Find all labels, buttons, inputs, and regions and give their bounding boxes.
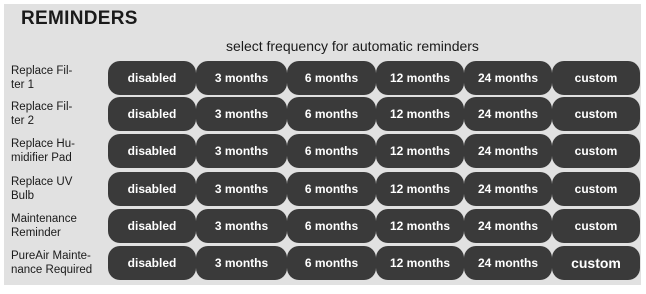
reminder-row-label-text: PureAir Mainte-nance Required bbox=[11, 249, 92, 277]
reminder-row: Replace Fil-ter 1 disabled 3 months 6 month… bbox=[4, 61, 641, 95]
label-line-1: PureAir Mainte- bbox=[11, 250, 91, 262]
option-12-months-button[interactable]: 12 months bbox=[376, 246, 464, 280]
option-6-months-button[interactable]: 6 months bbox=[287, 134, 376, 168]
option-6-months-button[interactable]: 6 months bbox=[287, 97, 376, 131]
label-line-2: ter 2 bbox=[11, 115, 35, 127]
option-disabled-button[interactable]: disabled bbox=[108, 97, 196, 131]
reminder-row: Replace Hu-midifier Pad disabled 3 months 6… bbox=[4, 134, 641, 168]
reminder-row-label: Maintenance Reminder bbox=[11, 209, 111, 243]
option-3-months-button[interactable]: 3 months bbox=[196, 134, 287, 168]
label-line-2: ter 1 bbox=[11, 79, 35, 91]
option-3-months-button[interactable]: 3 months bbox=[196, 61, 287, 95]
page-subtitle: select frequency for automatic reminders bbox=[226, 38, 479, 54]
reminder-row-label: PureAir Mainte-nance Required bbox=[11, 246, 111, 280]
reminders-panel: REMINDERS select frequency for automatic… bbox=[4, 4, 641, 285]
label-line-2: Bulb bbox=[11, 190, 35, 202]
reminder-row-label-text: Replace Fil-ter 1 bbox=[11, 64, 72, 92]
reminder-row-label-text: Replace Fil-ter 2 bbox=[11, 100, 72, 128]
option-12-months-button[interactable]: 12 months bbox=[376, 61, 464, 95]
label-line-1: Maintenance bbox=[11, 213, 77, 225]
option-custom-button[interactable]: custom bbox=[552, 134, 640, 168]
option-disabled-button[interactable]: disabled bbox=[108, 246, 196, 280]
option-3-months-button[interactable]: 3 months bbox=[196, 246, 287, 280]
reminder-row-label-text: Replace UV Bulb bbox=[11, 175, 72, 203]
option-6-months-button[interactable]: 6 months bbox=[287, 61, 376, 95]
option-12-months-button[interactable]: 12 months bbox=[376, 97, 464, 131]
reminder-row-label-text: Replace Hu-midifier Pad bbox=[11, 137, 75, 165]
option-custom-button[interactable]: custom bbox=[552, 246, 640, 280]
reminder-row-label: Replace Hu-midifier Pad bbox=[11, 134, 111, 168]
option-3-months-button[interactable]: 3 months bbox=[196, 97, 287, 131]
option-12-months-button[interactable]: 12 months bbox=[376, 172, 464, 206]
option-disabled-button[interactable]: disabled bbox=[108, 61, 196, 95]
option-3-months-button[interactable]: 3 months bbox=[196, 172, 287, 206]
reminder-row-label: Replace Fil-ter 2 bbox=[11, 97, 111, 131]
reminder-row: Replace UV Bulb disabled 3 months 6 months 12… bbox=[4, 172, 641, 206]
option-24-months-button[interactable]: 24 months bbox=[464, 134, 552, 168]
label-line-2: nance Required bbox=[11, 264, 93, 276]
label-line-1: Replace Fil- bbox=[11, 101, 73, 113]
option-6-months-button[interactable]: 6 months bbox=[287, 209, 376, 243]
label-line-1: Replace UV bbox=[11, 176, 73, 188]
label-line-2: midifier Pad bbox=[11, 152, 72, 164]
option-disabled-button[interactable]: disabled bbox=[108, 134, 196, 168]
option-24-months-button[interactable]: 24 months bbox=[464, 61, 552, 95]
option-12-months-button[interactable]: 12 months bbox=[376, 209, 464, 243]
label-line-2: Reminder bbox=[11, 227, 61, 239]
option-6-months-button[interactable]: 6 months bbox=[287, 246, 376, 280]
option-24-months-button[interactable]: 24 months bbox=[464, 97, 552, 131]
page-title: REMINDERS bbox=[21, 8, 138, 29]
option-custom-button[interactable]: custom bbox=[552, 61, 640, 95]
option-custom-button[interactable]: custom bbox=[552, 172, 640, 206]
option-disabled-button[interactable]: disabled bbox=[108, 172, 196, 206]
reminder-row-label: Replace UV Bulb bbox=[11, 172, 111, 206]
option-6-months-button[interactable]: 6 months bbox=[287, 172, 376, 206]
option-custom-button[interactable]: custom bbox=[552, 209, 640, 243]
reminder-row: Replace Fil-ter 2 disabled 3 months 6 month… bbox=[4, 97, 641, 131]
reminder-row-label: Replace Fil-ter 1 bbox=[11, 61, 111, 95]
option-24-months-button[interactable]: 24 months bbox=[464, 172, 552, 206]
reminder-row: Maintenance Reminder disabled 3 months 6 mon… bbox=[4, 209, 641, 243]
reminder-row: PureAir Mainte-nance Required disabled 3 m… bbox=[4, 246, 641, 280]
option-custom-button[interactable]: custom bbox=[552, 97, 640, 131]
reminder-row-label-text: Maintenance Reminder bbox=[11, 212, 77, 240]
label-line-1: Replace Fil- bbox=[11, 65, 73, 77]
option-disabled-button[interactable]: disabled bbox=[108, 209, 196, 243]
option-3-months-button[interactable]: 3 months bbox=[196, 209, 287, 243]
label-line-1: Replace Hu- bbox=[11, 138, 75, 150]
option-12-months-button[interactable]: 12 months bbox=[376, 134, 464, 168]
option-24-months-button[interactable]: 24 months bbox=[464, 246, 552, 280]
option-24-months-button[interactable]: 24 months bbox=[464, 209, 552, 243]
